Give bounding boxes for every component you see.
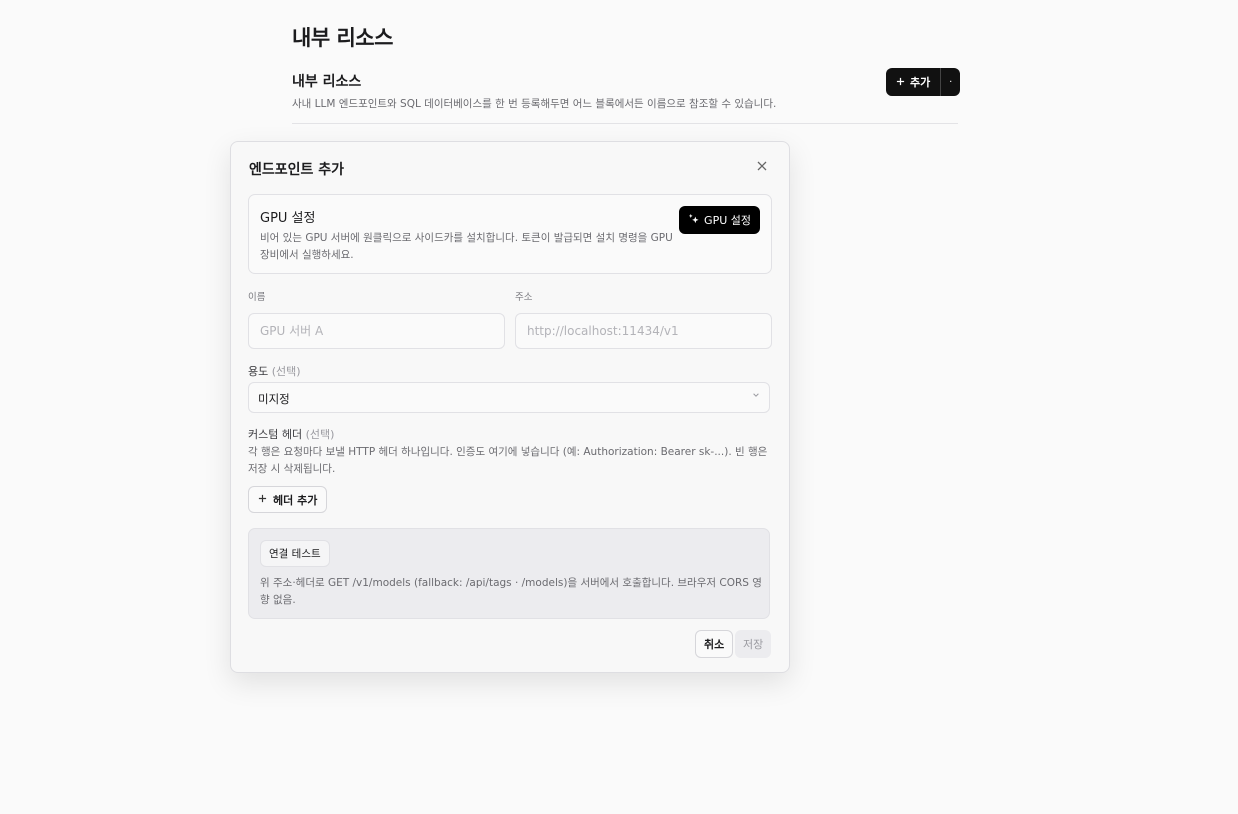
section-title: 내부 리소스 bbox=[292, 74, 362, 90]
add-button-label: 추가 bbox=[910, 76, 931, 89]
gpu-card-title: GPU 설정 bbox=[260, 211, 316, 226]
headers-optional-note: (선택) bbox=[305, 428, 335, 441]
add-button-group: 추가 · bbox=[886, 68, 961, 96]
plus-icon bbox=[258, 493, 267, 506]
section-description: 사내 LLM 엔드포인트와 SQL 데이터베이스를 한 번 등록해두면 어느 블… bbox=[292, 98, 777, 110]
headers-label: 커스텀 헤더 bbox=[248, 428, 303, 441]
divider bbox=[292, 123, 958, 124]
gpu-card-description: 비어 있는 GPU 서버에 원클릭으로 사이드카를 설치합니다. 토큰이 발급되… bbox=[260, 232, 673, 261]
add-resource-button[interactable]: 추가 bbox=[886, 68, 940, 96]
save-button[interactable]: 저장 bbox=[735, 630, 772, 658]
page-title: 내부 리소스 bbox=[292, 26, 393, 50]
name-input[interactable] bbox=[248, 313, 505, 349]
connection-test-box: 연결 테스트 위 주소·헤더로 GET /v1/models (fallback… bbox=[248, 528, 770, 619]
name-label: 이름 bbox=[248, 292, 266, 303]
purpose-label-row: 용도 (선택) bbox=[248, 363, 301, 379]
purpose-label: 용도 bbox=[248, 365, 269, 378]
purpose-select-value: 미지정 bbox=[258, 392, 290, 406]
gpu-setup-button-label: GPU 설정 bbox=[704, 214, 751, 227]
headers-description: 각 행은 요청마다 보낼 HTTP 헤더 하나입니다. 인증도 여기에 넣습니다… bbox=[248, 446, 768, 475]
sparkle-icon bbox=[688, 213, 699, 227]
add-header-button[interactable]: 헤더 추가 bbox=[248, 486, 328, 513]
gpu-setup-button[interactable]: GPU 설정 bbox=[679, 206, 760, 234]
add-header-label: 헤더 추가 bbox=[273, 493, 318, 507]
close-icon[interactable] bbox=[755, 158, 769, 172]
address-input[interactable] bbox=[515, 313, 772, 349]
purpose-select[interactable]: 미지정 bbox=[248, 382, 770, 413]
add-endpoint-modal: 엔드포인트 추가 GPU 설정 비어 있는 GPU 서버에 원클릭으로 사이드카… bbox=[230, 141, 790, 673]
chevron-down-icon bbox=[752, 391, 760, 402]
plus-icon bbox=[896, 76, 905, 89]
connection-test-button[interactable]: 연결 테스트 bbox=[260, 540, 330, 567]
cancel-button[interactable]: 취소 bbox=[695, 630, 734, 658]
headers-label-row: 커스텀 헤더 (선택) bbox=[248, 426, 334, 442]
gpu-setup-card: GPU 설정 비어 있는 GPU 서버에 원클릭으로 사이드카를 설치합니다. … bbox=[248, 194, 772, 274]
modal-title: 엔드포인트 추가 bbox=[249, 162, 345, 178]
address-label: 주소 bbox=[515, 292, 533, 303]
connection-test-description: 위 주소·헤더로 GET /v1/models (fallback: /api/… bbox=[260, 577, 762, 606]
purpose-optional-note: (선택) bbox=[271, 365, 301, 378]
add-more-button[interactable]: · bbox=[941, 68, 960, 96]
